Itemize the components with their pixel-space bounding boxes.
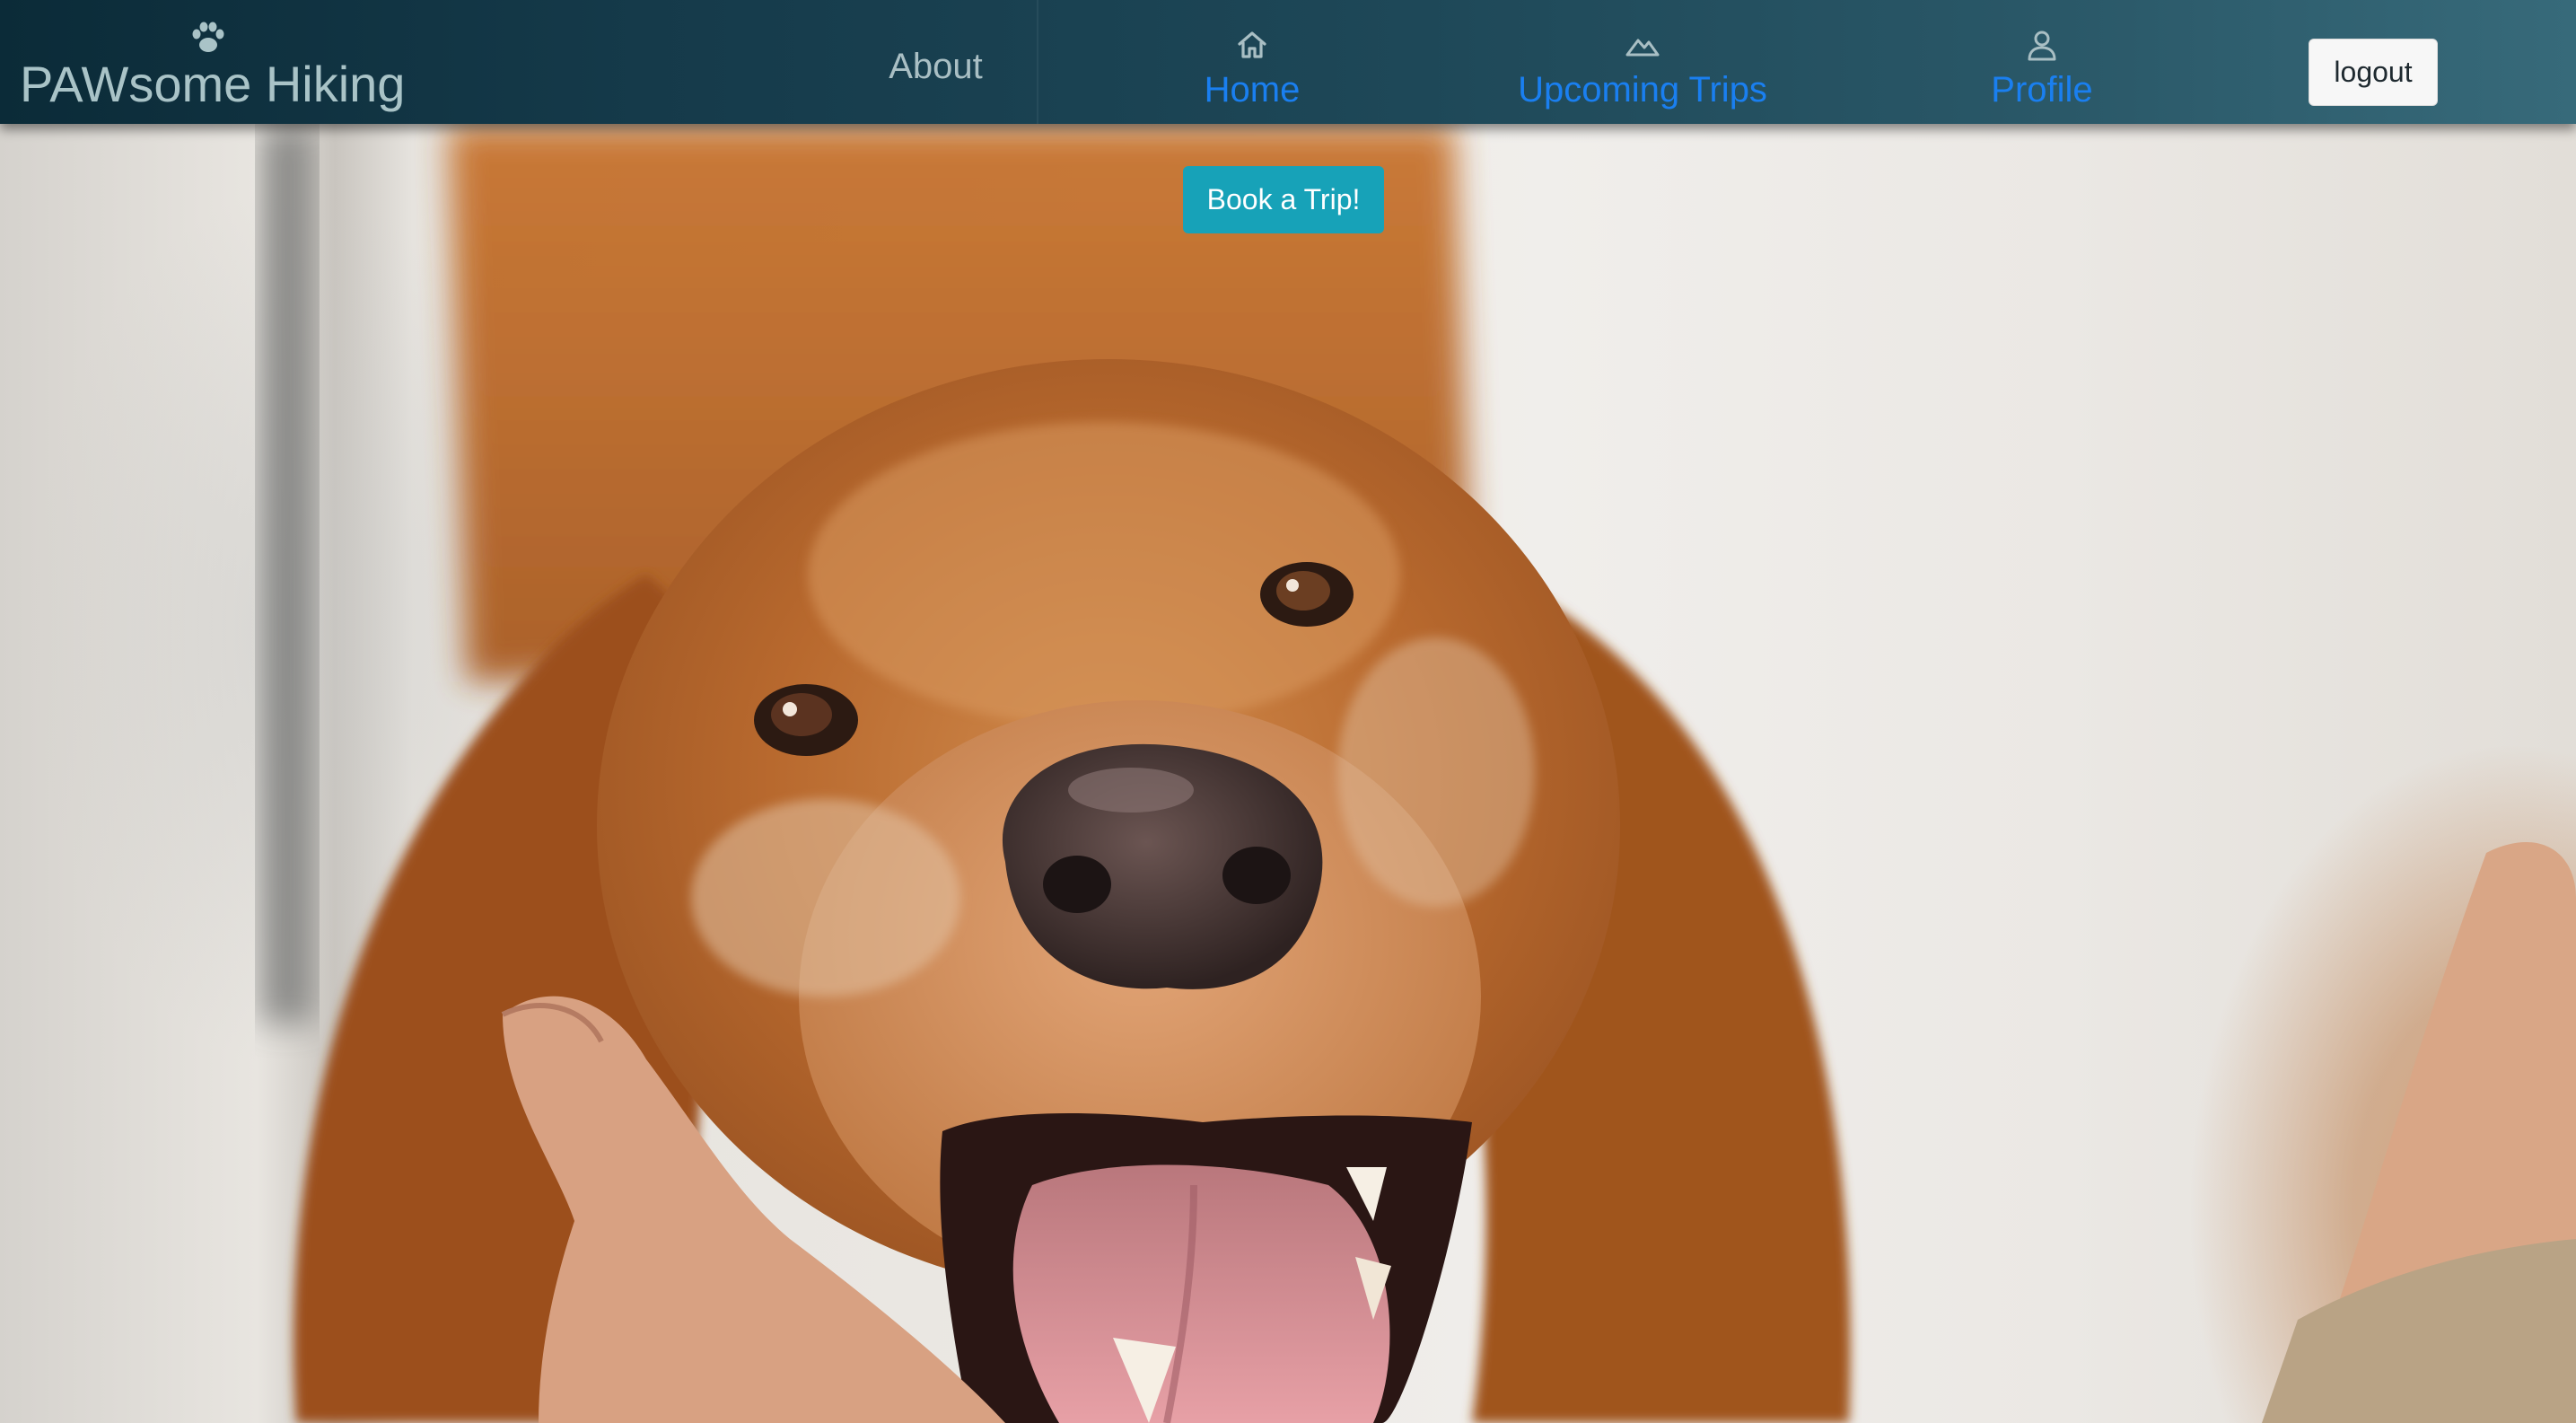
- home-icon: [1238, 31, 1266, 58]
- nav-about-label: About: [889, 47, 983, 86]
- nav-upcoming-trips[interactable]: Upcoming Trips: [1472, 0, 1813, 124]
- nav-home[interactable]: Home: [1113, 0, 1391, 124]
- page: PAWsome Hiking About Home Upcoming Trips…: [0, 0, 2576, 1423]
- mountain-icon: [1625, 39, 1660, 57]
- nav-home-label: Home: [1204, 70, 1301, 110]
- nav-about[interactable]: About: [835, 0, 1038, 124]
- nav-profile-label: Profile: [1991, 70, 2093, 110]
- brand-name: PAWsome Hiking: [20, 56, 406, 112]
- logout-button[interactable]: logout: [2309, 39, 2438, 106]
- paw-icon: [192, 22, 224, 52]
- brand[interactable]: PAWsome Hiking: [20, 11, 405, 119]
- book-trip-button[interactable]: Book a Trip!: [1183, 166, 1384, 233]
- navbar: PAWsome Hiking About Home Upcoming Trips…: [0, 0, 2576, 124]
- nav-profile[interactable]: Profile: [1894, 0, 2190, 124]
- nav-upcoming-trips-label: Upcoming Trips: [1518, 70, 1767, 110]
- person-icon: [2028, 31, 2056, 61]
